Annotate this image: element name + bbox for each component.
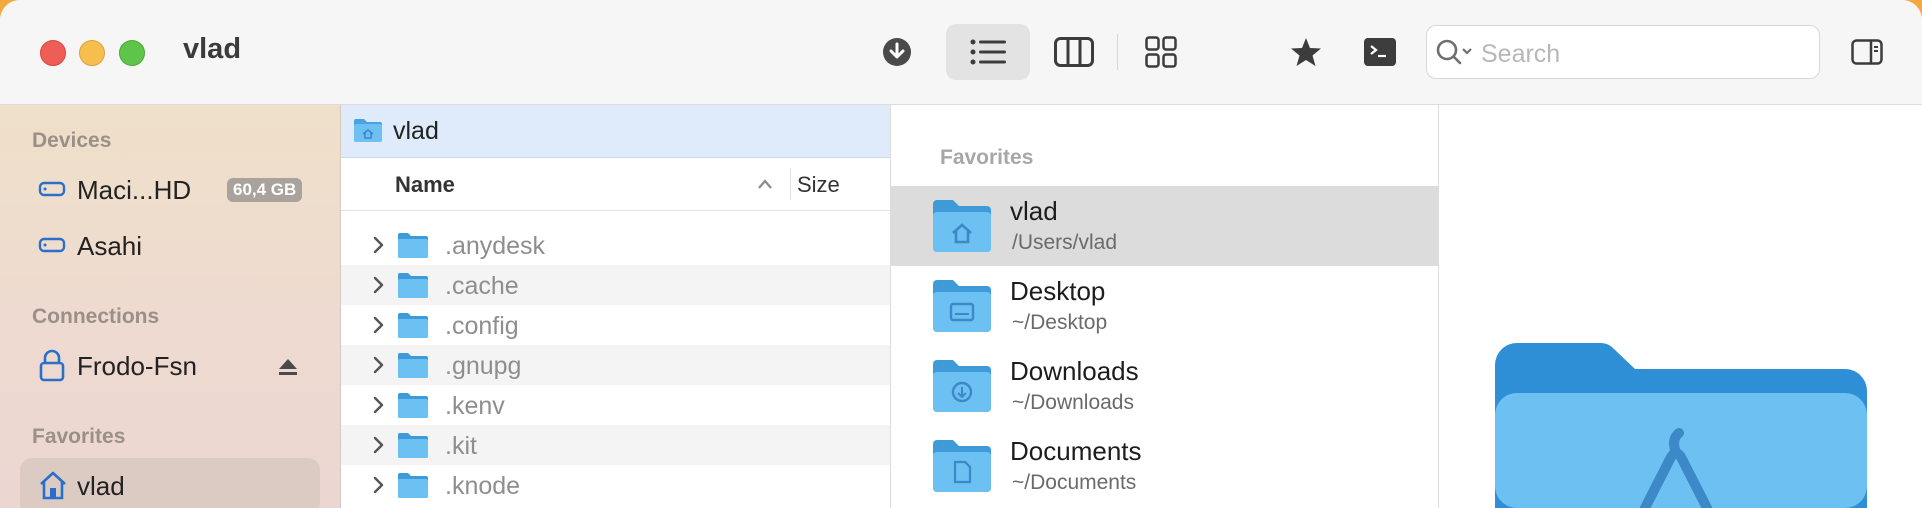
disclosure-chevron-icon[interactable] <box>373 316 385 334</box>
downloads-folder-icon <box>933 360 991 412</box>
sidebar-item-asahi[interactable]: Asahi <box>20 218 320 274</box>
zoom-button[interactable] <box>119 40 145 66</box>
file-name: .kit <box>445 432 477 460</box>
file-row[interactable]: .config <box>341 305 890 345</box>
sidebar: Devices Maci...HD 60,4 GB Asahi Connecti… <box>0 105 341 508</box>
folder-icon <box>398 393 428 418</box>
file-name: .cache <box>445 272 519 300</box>
name-column-header[interactable]: Name <box>395 172 455 198</box>
column-view-button[interactable] <box>1050 24 1098 80</box>
disclosure-chevron-icon[interactable] <box>373 236 385 254</box>
home-folder-icon <box>354 119 382 142</box>
disclosure-chevron-icon[interactable] <box>373 356 385 374</box>
favorite-item-documents[interactable]: Documents ~/Documents <box>891 426 1438 506</box>
file-row[interactable]: .cache <box>341 265 890 305</box>
column-divider[interactable] <box>790 168 791 200</box>
terminal-icon <box>1364 38 1396 66</box>
home-icon <box>40 471 66 500</box>
home-folder-icon <box>933 200 991 252</box>
folder-icon <box>398 233 428 258</box>
eject-icon[interactable] <box>278 358 298 376</box>
browser-column-home: vlad Name Size .anydesk .cache .config .gnu… <box>341 105 891 508</box>
list-view-button[interactable] <box>946 24 1030 80</box>
sidebar-toggle-icon <box>1851 39 1883 65</box>
close-button[interactable] <box>40 40 66 66</box>
favorite-path: ~/Documents <box>1012 471 1137 494</box>
file-row[interactable]: .kenv <box>341 385 890 425</box>
folder-icon <box>398 473 428 498</box>
desktop-folder-icon <box>933 280 991 332</box>
file-name: .anydesk <box>445 232 546 260</box>
file-row[interactable]: .kit <box>341 425 890 465</box>
search-icon <box>1436 39 1472 65</box>
favorite-item-desktop[interactable]: Desktop ~/Desktop <box>891 266 1438 346</box>
browser-column-favorites: Favorites vlad /Users/vlad Desktop ~/Des… <box>891 105 1439 508</box>
sidebar-header-connections: Connections <box>32 305 160 328</box>
path-bar[interactable]: vlad <box>341 105 890 158</box>
disclosure-chevron-icon[interactable] <box>373 396 385 414</box>
favorites-button[interactable] <box>1286 34 1326 70</box>
size-column-header[interactable]: Size <box>797 172 840 198</box>
favorite-item-downloads[interactable]: Downloads ~/Downloads <box>891 346 1438 426</box>
drive-icon <box>38 237 66 253</box>
folder-icon <box>398 273 428 298</box>
folder-icon <box>398 433 428 458</box>
star-icon <box>1291 38 1321 66</box>
download-icon <box>883 38 911 66</box>
terminal-button[interactable] <box>1360 34 1400 70</box>
sidebar-item-label: Asahi <box>77 231 143 261</box>
file-name: .kenv <box>445 392 505 420</box>
sidebar-item-label: vlad <box>77 471 125 501</box>
sort-ascending-icon[interactable] <box>757 178 773 190</box>
folder-icon <box>398 313 428 338</box>
preview-pane <box>1439 105 1922 508</box>
sidebar-header-favorites: Favorites <box>32 425 126 448</box>
sidebar-item-vlad[interactable]: vlad <box>20 458 320 508</box>
disclosure-chevron-icon[interactable] <box>373 476 385 494</box>
file-row[interactable]: .anydesk <box>341 225 890 265</box>
file-name: .gnupg <box>445 352 522 380</box>
file-name: .config <box>445 312 519 340</box>
folder-icon <box>398 353 428 378</box>
capacity-badge: 60,4 GB <box>227 178 303 202</box>
favorite-item-vlad[interactable]: vlad /Users/vlad <box>891 186 1438 266</box>
favorite-title: Documents <box>1010 436 1142 466</box>
window-title: vlad <box>183 33 242 65</box>
toolbar-separator <box>1117 34 1118 70</box>
documents-folder-icon <box>933 440 991 492</box>
disclosure-chevron-icon[interactable] <box>373 436 385 454</box>
favorite-title: vlad <box>1010 196 1058 226</box>
drive-icon <box>38 181 66 197</box>
search-field[interactable]: Search <box>1426 25 1820 79</box>
sidebar-item-frodo-fsn[interactable]: Frodo-Fsn <box>20 338 320 394</box>
favorite-title: Downloads <box>1010 356 1139 386</box>
favorite-title: Desktop <box>1010 276 1106 306</box>
minimize-button[interactable] <box>79 40 105 66</box>
list-view-icon <box>970 39 1006 65</box>
favorite-path: ~/Downloads <box>1012 391 1134 414</box>
grid-view-button[interactable] <box>1138 24 1184 80</box>
download-button[interactable] <box>874 34 920 70</box>
grid-view-icon <box>1145 36 1177 68</box>
file-row[interactable]: .knode <box>341 465 890 505</box>
toolbar: vlad Search <box>0 0 1922 105</box>
path-label: vlad <box>393 117 439 145</box>
file-name: .knode <box>445 472 521 500</box>
finder-window: vlad Search Devices Maci...HD 60,4 GB As… <box>0 0 1922 508</box>
file-row[interactable]: .gnupg <box>341 345 890 385</box>
favorite-path: /Users/vlad <box>1012 231 1118 254</box>
list-header: Name Size <box>341 158 890 211</box>
column-view-icon <box>1054 37 1094 67</box>
disclosure-chevron-icon[interactable] <box>373 276 385 294</box>
favorite-path: ~/Desktop <box>1012 311 1108 334</box>
sidebar-header-devices: Devices <box>32 129 112 152</box>
sidebar-item-label: Maci...HD <box>77 175 192 205</box>
large-folder-icon <box>1495 342 1867 508</box>
lock-icon <box>39 349 65 382</box>
search-placeholder: Search <box>1481 40 1561 68</box>
sidebar-item-macintosh-hd[interactable]: Maci...HD 60,4 GB <box>20 162 320 218</box>
favorites-header: Favorites <box>940 146 1034 169</box>
sidebar-item-label: Frodo-Fsn <box>77 351 197 381</box>
sidebar-toggle-button[interactable] <box>1850 34 1884 70</box>
